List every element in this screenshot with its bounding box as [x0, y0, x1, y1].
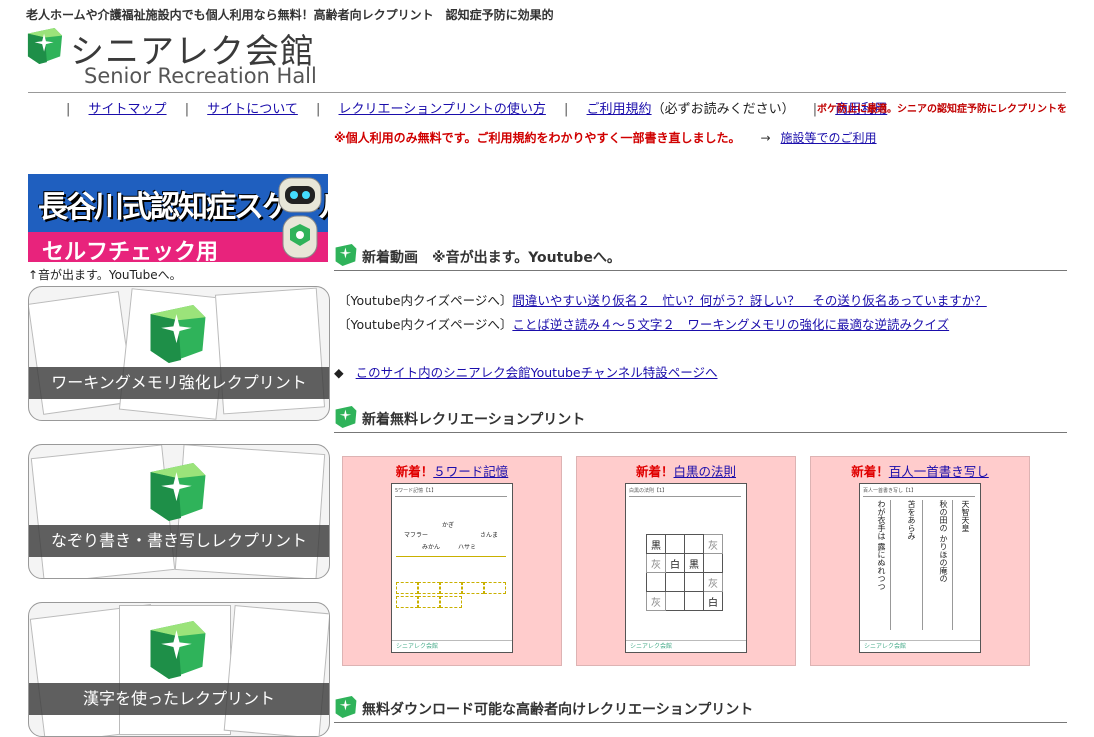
nav-terms-note: （必ずお読みください） [651, 102, 795, 117]
header-divider [28, 92, 1066, 93]
video-link[interactable]: ことば逆さ読み４～５文字２ ワーキングメモリの強化に最適な逆読みクイズ [512, 317, 949, 332]
card-title: 新着！白黒の法則 [577, 461, 795, 480]
card-title: 新着！５ワード記憶 [343, 461, 561, 480]
nav-howto-link[interactable]: レクリエーションプリントの使い方 [339, 102, 546, 117]
robot-icon [278, 177, 322, 259]
facility-use-link[interactable]: 施設等でのご利用 [781, 131, 877, 145]
video-link[interactable]: 間違いやすい送り仮名２ 忙い？何がう？訝しい？ その送り仮名あっていますか？ [512, 293, 986, 308]
arrow-right-icon: → [760, 131, 771, 145]
banner-label: なぞり書き・書き写しレクプリント [29, 525, 329, 557]
sheet-footer: シニアレク会館 [626, 640, 746, 652]
sheet-footer: シニアレク会館 [860, 640, 980, 652]
diamond-bullet-icon: ◆ [334, 365, 344, 380]
hasegawa-scale-banner[interactable]: 長谷川式認知症スケール セルフチェック用 [28, 174, 328, 262]
print-thumbnail[interactable]: 5ワード記憶【1】 かぎ マフラー さんま みかん ハサミ シニアレク会館 [391, 483, 513, 653]
banner-kanji[interactable]: 漢字を使ったレクプリント [28, 602, 330, 737]
section-title: 新着無料レクリエーションプリント [362, 412, 586, 428]
sheet-header: 5ワード記憶【1】 [395, 487, 507, 497]
banner-working-memory[interactable]: ワーキングメモリ強化レクプリント [28, 286, 330, 421]
new-badge: 新着！ [395, 464, 434, 479]
gem-icon [150, 621, 206, 679]
nav-sitemap-link[interactable]: サイトマップ [89, 102, 167, 117]
section-downloads: 無料ダウンロード可能な高齢者向けレクリエーションプリント [334, 694, 1067, 723]
usage-notice: ※個人利用のみ無料です。ご利用規約をわかりやすく一部書き直しました。 → 施設等での… [334, 129, 877, 146]
gem-icon [335, 244, 357, 266]
print-thumbnail[interactable]: 百人一首書き写し【1】 天智天皇 秋の田の かりほの庵の 苫をあらみ わが衣手は… [859, 483, 981, 653]
new-badge: 新着！ [635, 464, 674, 479]
print-card-black-white[interactable]: 新着！白黒の法則 白黒の法則【1】 黒灰 灰白黒 灰 灰白 シニアレク会館 [576, 456, 796, 666]
gem-logo-icon [27, 28, 63, 64]
video-prefix: 〔Youtube内クイズページへ〕 [338, 293, 513, 308]
sheet-footer: シニアレク会館 [392, 640, 512, 652]
hasegawa-banner-subtitle: セルフチェック用 [42, 240, 219, 262]
site-tagline: 老人ホームや介護福祉施設内でも個人利用なら無料！高齢者向レクプリント 認知症予防… [26, 8, 554, 22]
gem-icon [335, 696, 357, 718]
card-link[interactable]: 百人一首書き写し [889, 464, 989, 479]
gem-icon [150, 463, 206, 521]
print-card-hyakunin[interactable]: 新着！百人一首書き写し 百人一首書き写し【1】 天智天皇 秋の田の かりほの庵の… [810, 456, 1030, 666]
youtube-caption: ↑音が出ます。YouTubeへ。 [28, 268, 182, 282]
banner-label: ワーキングメモリ強化レクプリント [29, 367, 329, 399]
card-link[interactable]: ５ワード記憶 [433, 464, 508, 479]
print-card-5word[interactable]: 新着！５ワード記憶 5ワード記憶【1】 かぎ マフラー さんま みかん ハサミ … [342, 456, 562, 666]
video-item: 〔Youtube内クイズページへ〕ことば逆さ読み４～５文字２ ワーキングメモリの… [338, 314, 949, 333]
usage-notice-text: ※個人利用のみ無料です。ご利用規約をわかりやすく一部書き直しました。 [334, 131, 741, 145]
section-title: 新着動画 ※音が出ます。Youtubeへ。 [362, 250, 621, 266]
sheet-header: 白黒の法則【1】 [629, 487, 741, 497]
top-nav: | サイトマップ | サイトについて | レクリエーションプリントの使い方 | … [66, 102, 888, 117]
puzzle-grid: 黒灰 灰白黒 灰 灰白 [646, 534, 723, 611]
section-new-videos: 新着動画 ※音が出ます。Youtubeへ。 [334, 242, 1067, 271]
nav-about-link[interactable]: サイトについて [207, 102, 298, 117]
gem-icon [150, 305, 206, 363]
promo-notice: ボケ防止に最適。シニアの認知症予防にレクプリントを [817, 104, 1067, 115]
section-title: 無料ダウンロード可能な高齢者向けレクリエーションプリント [362, 702, 754, 718]
print-thumbnail[interactable]: 白黒の法則【1】 黒灰 灰白黒 灰 灰白 シニアレク会館 [625, 483, 747, 653]
gem-icon [335, 406, 357, 428]
youtube-channel-row: ◆ このサイト内のシニアレク会館Youtubeチャンネル特設ページへ [334, 362, 718, 381]
sheet-header: 百人一首書き写し【1】 [863, 487, 975, 497]
section-new-prints: 新着無料レクリエーションプリント [334, 404, 1067, 433]
card-title: 新着！百人一首書き写し [811, 461, 1029, 480]
card-link[interactable]: 白黒の法則 [674, 464, 737, 479]
banner-label: 漢字を使ったレクプリント [29, 683, 329, 715]
banner-tracing[interactable]: なぞり書き・書き写しレクプリント [28, 444, 330, 579]
new-badge: 新着！ [851, 464, 889, 479]
video-prefix: 〔Youtube内クイズページへ〕 [338, 317, 513, 332]
youtube-channel-link[interactable]: このサイト内のシニアレク会館Youtubeチャンネル特設ページへ [356, 365, 718, 380]
logo-subtitle: Senior Recreation Hall [84, 64, 317, 88]
site-logo[interactable]: シニアレク会館 Senior Recreation Hall [26, 24, 326, 90]
video-item: 〔Youtube内クイズページへ〕間違いやすい送り仮名２ 忙い？何がう？訝しい？… [338, 290, 987, 309]
nav-terms-link[interactable]: ご利用規約 [587, 102, 652, 117]
